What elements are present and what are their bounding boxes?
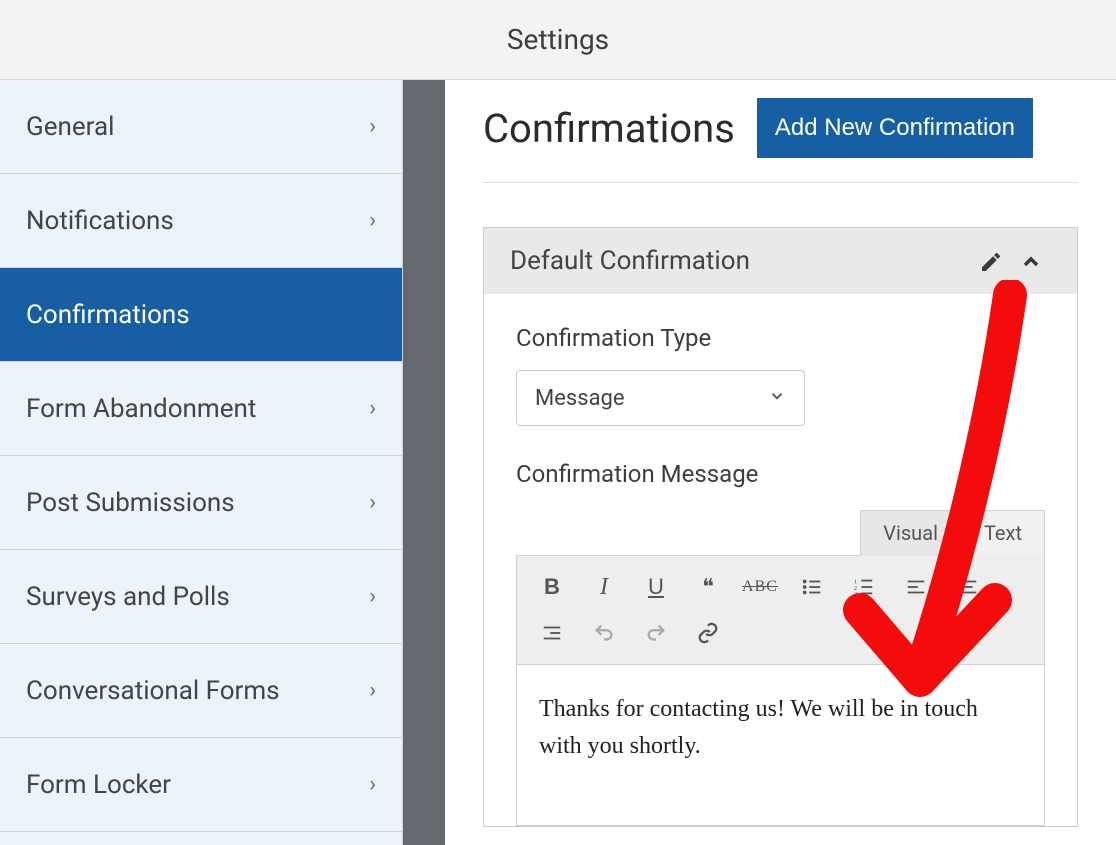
panel-title: Default Confirmation bbox=[510, 246, 750, 276]
link-button[interactable] bbox=[687, 612, 729, 654]
collapse-icon[interactable] bbox=[1011, 246, 1051, 276]
sidebar-item-label: Form Locker bbox=[26, 770, 171, 800]
redo-button[interactable] bbox=[635, 612, 677, 654]
bullet-list-button[interactable] bbox=[791, 566, 833, 608]
sidebar-item-form-abandonment[interactable]: Form Abandonment › bbox=[0, 362, 402, 456]
editor-tabs: Visual Text bbox=[516, 510, 1045, 556]
chevron-right-icon: › bbox=[369, 772, 376, 797]
settings-sidebar: General › Notifications › Confirmations … bbox=[0, 80, 403, 845]
align-right-button[interactable] bbox=[531, 612, 573, 654]
tab-visual[interactable]: Visual bbox=[860, 510, 961, 556]
bold-button[interactable]: B bbox=[531, 566, 573, 608]
chevron-down-icon bbox=[768, 386, 786, 411]
svg-text:3: 3 bbox=[854, 591, 857, 598]
chevron-right-icon: › bbox=[369, 678, 376, 703]
sidebar-item-label: Form Abandonment bbox=[26, 394, 256, 424]
sidebar-item-label: Conversational Forms bbox=[26, 676, 280, 706]
message-editor: Visual Text B I U ❝ ABC 123 bbox=[516, 510, 1045, 826]
undo-button[interactable] bbox=[583, 612, 625, 654]
page-title: Confirmations bbox=[483, 105, 735, 152]
sidebar-item-label: General bbox=[26, 112, 114, 142]
blockquote-button[interactable]: ❝ bbox=[687, 566, 729, 608]
divider-gap bbox=[403, 80, 445, 845]
sidebar-item-surveys-polls[interactable]: Surveys and Polls › bbox=[0, 550, 402, 644]
numbered-list-button[interactable]: 123 bbox=[843, 566, 885, 608]
align-left-button[interactable] bbox=[895, 566, 937, 608]
sidebar-item-label: Notifications bbox=[26, 206, 174, 236]
sidebar-item-confirmations[interactable]: Confirmations bbox=[0, 268, 402, 362]
panel-header[interactable]: Default Confirmation bbox=[484, 228, 1077, 294]
sidebar-item-label: Post Submissions bbox=[26, 488, 235, 518]
editor-toolbar: B I U ❝ ABC 123 bbox=[516, 555, 1045, 665]
main-header: Confirmations Add New Confirmation bbox=[483, 98, 1078, 183]
sidebar-item-form-locker[interactable]: Form Locker › bbox=[0, 738, 402, 832]
italic-button[interactable]: I bbox=[583, 566, 625, 608]
chevron-right-icon: › bbox=[369, 490, 376, 515]
chevron-right-icon: › bbox=[369, 584, 376, 609]
editor-content[interactable]: Thanks for contacting us! We will be in … bbox=[516, 665, 1045, 826]
panel-body: Confirmation Type Message Confirmation M… bbox=[484, 294, 1077, 826]
strikethrough-button[interactable]: ABC bbox=[739, 566, 781, 608]
sidebar-item-conversational-forms[interactable]: Conversational Forms › bbox=[0, 644, 402, 738]
add-new-confirmation-button[interactable]: Add New Confirmation bbox=[757, 98, 1033, 158]
confirmation-message-label: Confirmation Message bbox=[516, 460, 1045, 488]
chevron-right-icon: › bbox=[369, 396, 376, 421]
settings-title: Settings bbox=[507, 23, 609, 56]
tab-text[interactable]: Text bbox=[961, 510, 1045, 556]
confirmation-panel: Default Confirmation Confirmation Type M… bbox=[483, 227, 1078, 827]
settings-header: Settings bbox=[0, 0, 1116, 80]
sidebar-item-label: Confirmations bbox=[26, 300, 190, 330]
underline-button[interactable]: U bbox=[635, 566, 677, 608]
sidebar-item-label: Surveys and Polls bbox=[26, 582, 230, 612]
main-content: Confirmations Add New Confirmation Defau… bbox=[445, 80, 1116, 845]
sidebar-item-post-submissions[interactable]: Post Submissions › bbox=[0, 456, 402, 550]
chevron-right-icon: › bbox=[369, 208, 376, 233]
align-center-button[interactable] bbox=[947, 566, 989, 608]
select-value: Message bbox=[535, 386, 625, 411]
sidebar-item-notifications[interactable]: Notifications › bbox=[0, 174, 402, 268]
sidebar-item-general[interactable]: General › bbox=[0, 80, 402, 174]
confirmation-type-label: Confirmation Type bbox=[516, 324, 1045, 352]
chevron-right-icon: › bbox=[369, 114, 376, 139]
confirmation-type-select[interactable]: Message bbox=[516, 370, 805, 426]
edit-icon[interactable] bbox=[971, 246, 1011, 276]
